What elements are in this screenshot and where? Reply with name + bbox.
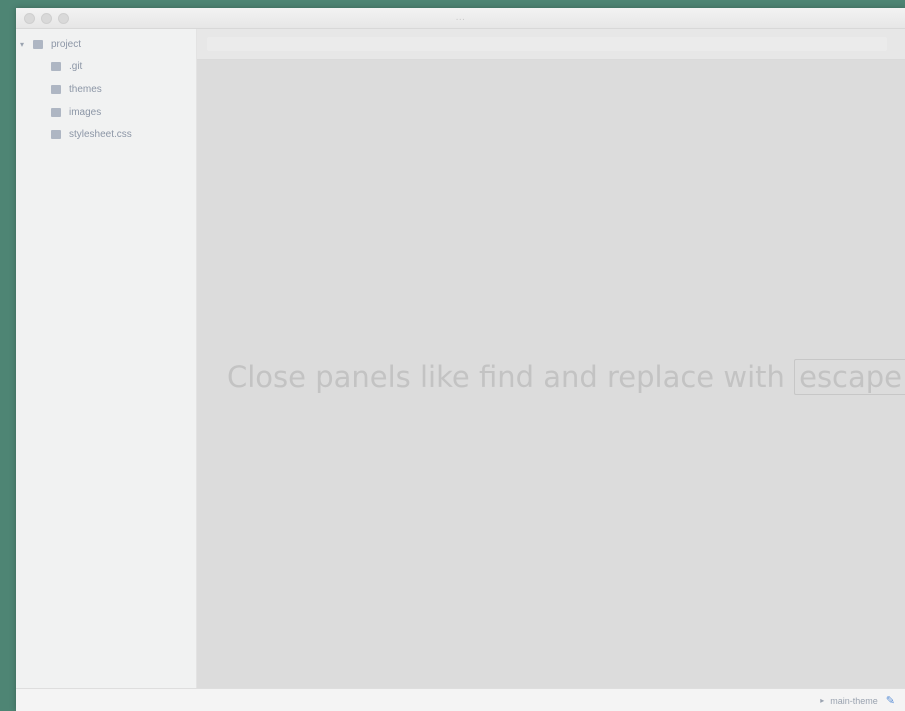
tab-bar bbox=[197, 29, 905, 60]
tip-caption: Close panels like find and replace with … bbox=[227, 359, 905, 395]
tree-item-images[interactable]: images bbox=[51, 107, 101, 118]
tree-item-label: .git bbox=[69, 61, 83, 72]
tab-strip bbox=[207, 37, 887, 51]
status-right-label[interactable]: main-theme bbox=[830, 696, 878, 706]
tree-item-label: stylesheet.css bbox=[69, 129, 132, 140]
folder-icon bbox=[51, 62, 61, 71]
title-bar[interactable]: … bbox=[16, 8, 905, 29]
tree-item-label: themes bbox=[69, 84, 102, 95]
tree-root-project[interactable]: ▾ project bbox=[20, 39, 81, 50]
sidebar-tree-view: ▾ project .git themes images stylesheet.… bbox=[16, 29, 197, 689]
tip-caption-text: Close panels like find and replace with bbox=[227, 360, 785, 394]
editor-pane[interactable]: Close panels like find and replace with … bbox=[197, 29, 905, 689]
window-title: … bbox=[455, 12, 466, 23]
tree-item-label: images bbox=[69, 107, 102, 118]
status-right: ▸ main-theme ✎ bbox=[820, 694, 895, 707]
tree-item-themes[interactable]: themes bbox=[51, 84, 102, 95]
tip-caption-keyword: escape bbox=[794, 359, 905, 395]
file-icon bbox=[51, 130, 61, 139]
folder-icon bbox=[33, 40, 43, 49]
chevron-down-icon[interactable]: ▾ bbox=[20, 40, 30, 49]
status-bar: ▸ main-theme ✎ bbox=[16, 688, 905, 711]
tree-item-git[interactable]: .git bbox=[51, 61, 82, 72]
feather-icon[interactable]: ✎ bbox=[886, 694, 895, 707]
tree-root-label: project bbox=[51, 39, 82, 50]
caret-right-icon: ▸ bbox=[820, 696, 825, 705]
tree-item-stylesheet[interactable]: stylesheet.css bbox=[51, 129, 132, 140]
folder-icon bbox=[51, 108, 61, 117]
app-window: … ▾ project .git themes images styleshee… bbox=[16, 8, 905, 711]
folder-icon bbox=[51, 85, 61, 94]
